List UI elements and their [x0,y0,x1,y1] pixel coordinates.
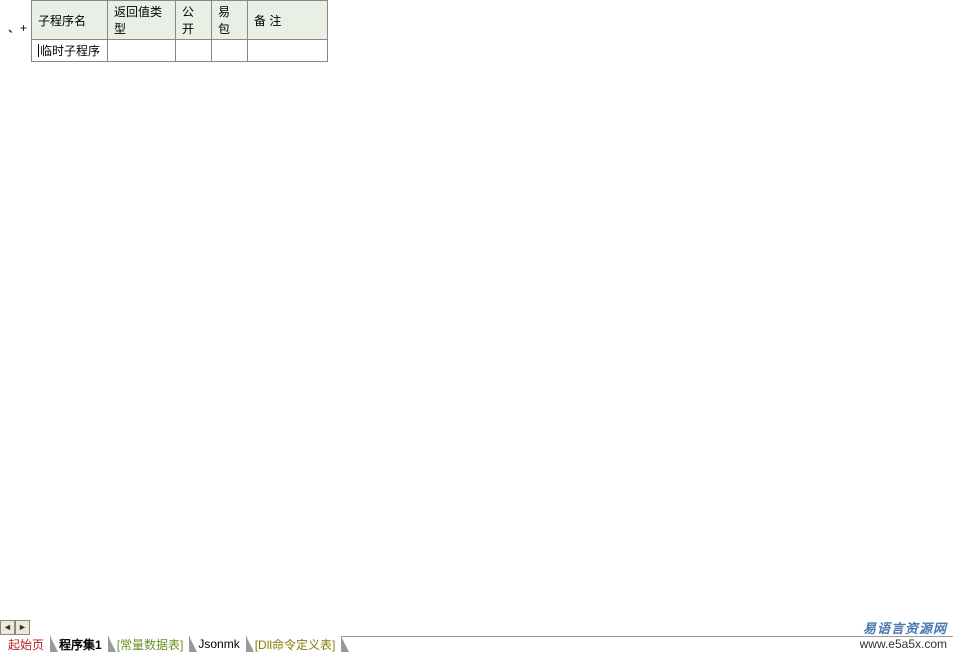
subroutine-table-wrapper: 、+ 子程序名 返回值类型 公开 易包 备 注 临时子程序 [0,0,953,62]
tab-bar: 起始页 程序集1 [常量数据表] Jsonmk [Dll命令定义表] 易语言资源… [0,636,953,652]
header-return-type[interactable]: 返回值类型 [108,1,176,40]
table-header-row: 子程序名 返回值类型 公开 易包 备 注 [32,1,328,40]
chevron-right-icon: ► [18,622,27,632]
watermark-title: 易语言资源网 [860,621,947,637]
cell-easy-pkg[interactable] [212,40,248,62]
tab-label: [常量数据表] [117,636,184,652]
cell-remark[interactable] [248,40,328,62]
horizontal-scroll-controls: ◄ ► [0,618,30,636]
table-row: 临时子程序 [32,40,328,62]
subroutine-table: 子程序名 返回值类型 公开 易包 备 注 临时子程序 [31,0,328,62]
tab-label: 程序集1 [59,636,102,652]
cell-return-type[interactable] [108,40,176,62]
cell-public[interactable] [176,40,212,62]
scroll-left-button[interactable]: ◄ [0,620,15,635]
tabs-container: 起始页 程序集1 [常量数据表] Jsonmk [Dll命令定义表] [0,636,342,652]
chevron-left-icon: ◄ [3,622,12,632]
tab-label: [Dll命令定义表] [255,636,336,652]
tab-program-set-1[interactable]: 程序集1 [51,636,109,652]
tab-jsonmk[interactable]: Jsonmk [190,636,246,652]
cell-name[interactable]: 临时子程序 [32,40,108,62]
tab-dll-command-def[interactable]: [Dll命令定义表] [247,636,343,652]
watermark: 易语言资源网 www.e5a5x.com [860,621,947,652]
tab-const-data-table[interactable]: [常量数据表] [109,636,191,652]
tab-start-page[interactable]: 起始页 [0,636,51,652]
tab-label: 起始页 [8,636,44,652]
scroll-right-button[interactable]: ► [15,620,30,635]
row-marker[interactable]: 、+ [0,18,31,36]
tab-label: Jsonmk [198,637,239,651]
watermark-url: www.e5a5x.com [860,637,947,651]
header-name[interactable]: 子程序名 [32,1,108,40]
cell-name-text: 临时子程序 [40,44,100,58]
header-easy-pkg[interactable]: 易包 [212,1,248,40]
header-remark[interactable]: 备 注 [248,1,328,40]
text-cursor-icon [38,44,39,57]
header-public[interactable]: 公开 [176,1,212,40]
editor-content-area: 、+ 子程序名 返回值类型 公开 易包 备 注 临时子程序 [0,0,953,618]
